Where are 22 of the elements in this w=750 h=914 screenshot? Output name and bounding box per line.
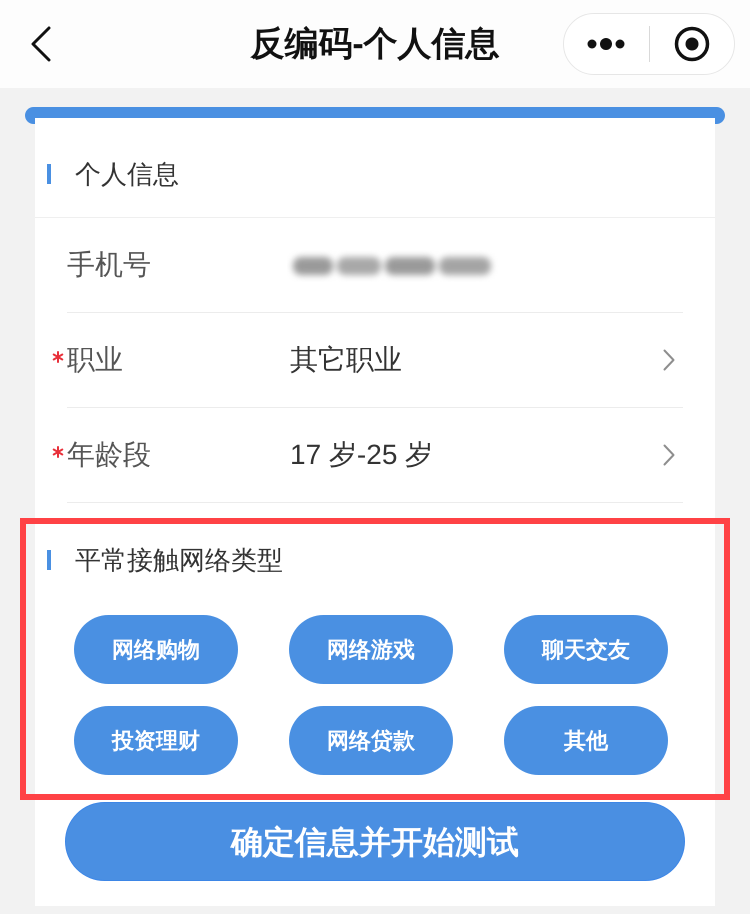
more-icon[interactable] <box>587 38 626 50</box>
field-label: 年龄段 <box>67 438 152 472</box>
option-chip[interactable]: 其他 <box>504 706 668 775</box>
option-chip[interactable]: 网络游戏 <box>289 615 453 684</box>
field-label: 职业 <box>67 343 124 377</box>
submit-button[interactable]: 确定信息并开始测试 <box>65 802 685 881</box>
section-marker <box>47 550 51 570</box>
option-chip[interactable]: 网络贷款 <box>289 706 453 775</box>
back-icon[interactable] <box>30 26 52 62</box>
option-chip[interactable]: 投资理财 <box>74 706 238 775</box>
picker-value[interactable]: 其它职业 <box>290 340 402 380</box>
option-chip[interactable]: 聊天交友 <box>504 615 668 684</box>
section-title: 平常接触网络类型 <box>75 544 283 577</box>
field-label: 手机号 <box>67 248 152 282</box>
option-chip[interactable]: 网络购物 <box>74 615 238 684</box>
chevron-right-icon[interactable] <box>663 349 675 371</box>
circle-dot-icon[interactable] <box>674 26 710 62</box>
picker-value[interactable]: 17 岁-25 岁 <box>290 435 434 475</box>
chevron-right-icon[interactable] <box>663 444 675 466</box>
page-title: 反编码-个人信息 <box>250 24 500 65</box>
section-marker <box>47 164 51 184</box>
section-title: 个人信息 <box>75 158 179 190</box>
